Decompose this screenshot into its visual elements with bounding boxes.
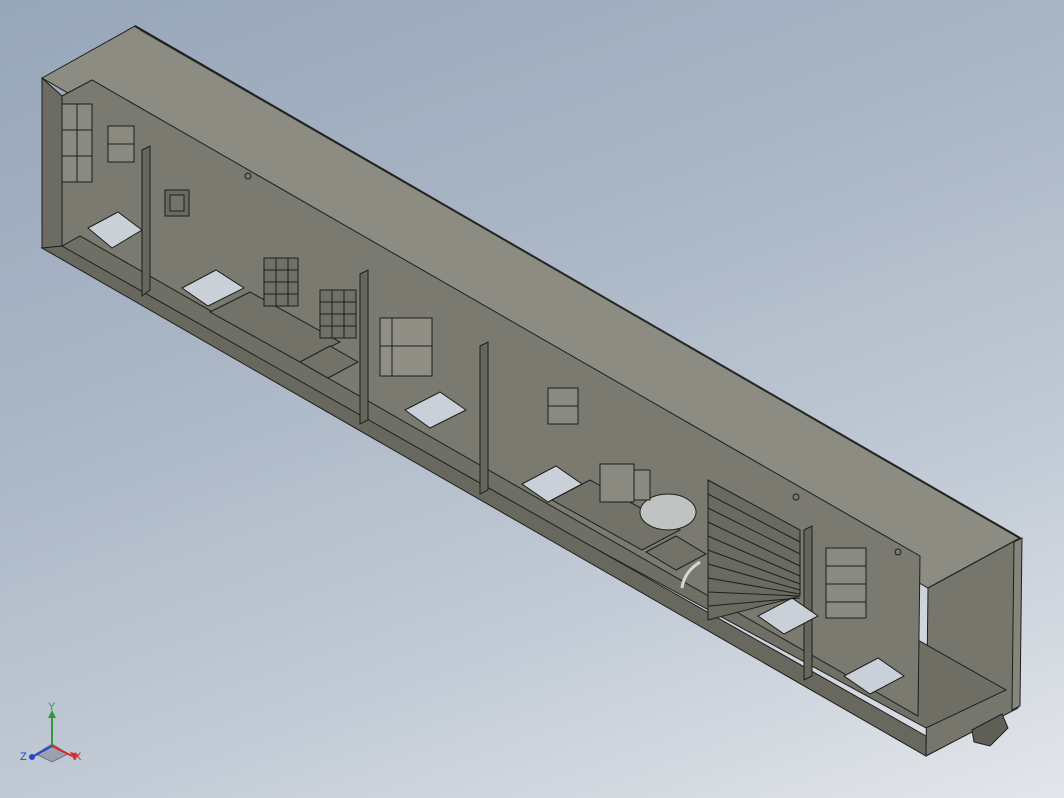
rack-unit-2 <box>263 257 299 307</box>
left-end-wall <box>41 76 63 249</box>
shelf-unit-right <box>825 547 867 619</box>
graphics-viewport[interactable]: Y X Z <box>0 0 1064 798</box>
shelf-unit-left <box>107 125 135 163</box>
partition-wall-4 <box>803 525 813 681</box>
coordinate-triad: Y X Z <box>20 702 82 763</box>
rack-unit-3 <box>319 289 357 339</box>
z-axis-label: Z <box>20 751 27 763</box>
equipment-block <box>599 463 651 503</box>
partition-wall-1 <box>141 145 151 297</box>
wall-window-pane <box>169 194 185 212</box>
cabinet-unit <box>379 317 433 377</box>
wall-bracket <box>547 387 579 425</box>
z-point-icon <box>29 754 35 760</box>
right-end-rim <box>1011 537 1023 711</box>
cad-model-view[interactable] <box>0 0 1064 798</box>
y-axis-label: Y <box>48 702 56 713</box>
partition-wall-3 <box>479 341 489 495</box>
x-axis-label: X <box>74 751 82 763</box>
partition-wall-2 <box>359 269 369 425</box>
rack-unit-1 <box>61 103 93 183</box>
